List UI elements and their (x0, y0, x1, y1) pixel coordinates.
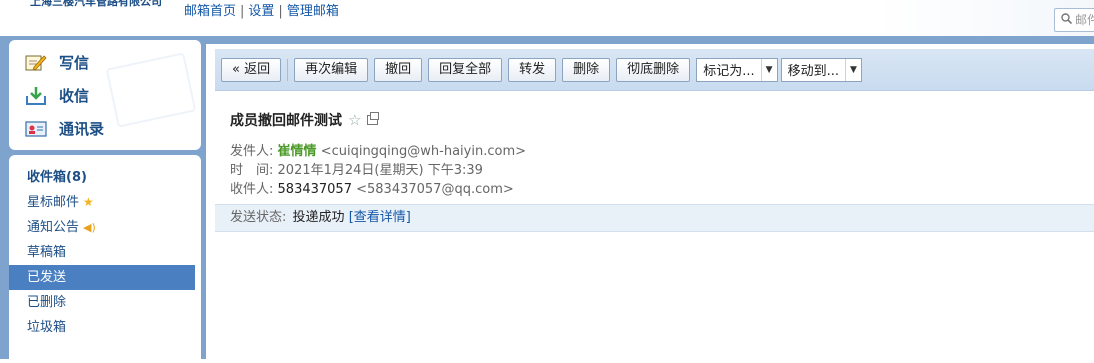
delete-button[interactable]: 删除 (562, 57, 611, 82)
compose-icon (25, 53, 47, 73)
contacts-icon (25, 119, 47, 139)
contacts-label: 通讯录 (59, 120, 105, 138)
mail-subject-text: 成员撤回邮件测试 (230, 113, 342, 129)
recipient-label: 收件人: (230, 182, 274, 197)
view-details-link[interactable]: [查看详情] (349, 210, 411, 225)
send-status-value: 投递成功 (292, 210, 345, 225)
back-button[interactable]: « 返回 (221, 57, 282, 82)
chevron-down-icon: ▼ (845, 58, 861, 81)
edit-again-button[interactable]: 再次编辑 (294, 57, 369, 82)
sender-name[interactable]: 崔情情 (278, 144, 317, 159)
folder-starred-label: 星标邮件 (27, 195, 80, 210)
left-sidebar: 写信 收信 通讯录 收件箱(8) 星标邮件 ★ 通知公告 ◀) 草稿箱 已发送 已删… (9, 40, 201, 363)
search-input[interactable]: 邮件 (1054, 8, 1094, 32)
search-placeholder: 邮件 (1075, 13, 1094, 27)
chevron-down-icon: ▼ (760, 58, 777, 81)
company-name: 上海三樱汽车管路有限公司 (30, 0, 162, 8)
send-status-bar: 发送状态: 投递成功 [查看详情] (215, 204, 1094, 232)
manage-mailbox-link[interactable]: 管理邮箱 (287, 4, 339, 19)
time-label: 时 间: (230, 163, 274, 178)
mail-header: 成员撤回邮件测试 ☆ 发件人: 崔情情 <cuiqingqing@wh-haiy… (230, 110, 1090, 199)
sender-address: <cuiqingqing@wh-haiyin.com> (320, 144, 527, 159)
reply-all-button[interactable]: 回复全部 (428, 57, 503, 82)
folder-sent[interactable]: 已发送 (9, 265, 195, 290)
contacts-button[interactable]: 通讯录 (9, 112, 201, 145)
recipient-address: <583437057@qq.com> (356, 182, 514, 197)
folder-inbox[interactable]: 收件箱(8) (9, 165, 201, 190)
folder-spam[interactable]: 垃圾箱 (9, 315, 201, 340)
mark-as-label: 标记为... (703, 64, 755, 79)
compose-label: 写信 (59, 54, 90, 72)
recipient-name[interactable]: 583437057 (278, 182, 352, 197)
toolbar-divider (287, 58, 289, 81)
mail-view: « 返回 再次编辑 撤回 回复全部 转发 删除 彻底删除 标记为... ▼ 移动… (206, 44, 1094, 359)
star-icon: ★ (83, 195, 94, 209)
primary-actions: 写信 收信 通讯录 (9, 40, 201, 150)
inbox-download-icon (25, 86, 47, 106)
time-value: 2021年1月24日(星期天) 下午3:39 (277, 163, 483, 178)
mail-meta: 发件人: 崔情情 <cuiqingqing@wh-haiyin.com> 时 间… (230, 142, 1090, 199)
settings-link[interactable]: 设置 (248, 4, 274, 19)
mark-as-dropdown[interactable]: 标记为... ▼ (696, 57, 778, 82)
folder-announcements-label: 通知公告 (27, 220, 80, 235)
recipient-row: 收件人: 583437057 <583437057@qq.com> (230, 180, 1090, 199)
folder-list: 收件箱(8) 星标邮件 ★ 通知公告 ◀) 草稿箱 已发送 已删除 垃圾箱 (9, 155, 201, 363)
speaker-icon: ◀) (83, 221, 96, 234)
time-row: 时 间: 2021年1月24日(星期天) 下午3:39 (230, 161, 1090, 180)
recall-button[interactable]: 撤回 (374, 57, 423, 82)
move-to-label: 移动到... (787, 64, 839, 79)
open-new-window-icon[interactable] (367, 112, 380, 125)
send-status-label: 发送状态: (230, 210, 287, 225)
compose-button[interactable]: 写信 (9, 46, 201, 79)
mail-toolbar: « 返回 再次编辑 撤回 回复全部 转发 删除 彻底删除 标记为... ▼ 移动… (215, 49, 1094, 91)
top-links: 邮箱首页 | 设置 | 管理邮箱 (184, 4, 339, 19)
mail-subject: 成员撤回邮件测试 ☆ (230, 110, 1090, 130)
receive-mail-label: 收信 (59, 87, 90, 105)
folder-announcements[interactable]: 通知公告 ◀) (9, 215, 201, 240)
folder-drafts[interactable]: 草稿箱 (9, 240, 201, 265)
sender-label: 发件人: (230, 144, 274, 159)
forward-button[interactable]: 转发 (508, 57, 557, 82)
folder-deleted[interactable]: 已删除 (9, 290, 201, 315)
move-to-dropdown[interactable]: 移动到... ▼ (780, 57, 862, 82)
sender-row: 发件人: 崔情情 <cuiqingqing@wh-haiyin.com> (230, 142, 1090, 161)
top-header: 上海三樱汽车管路有限公司 邮箱首页|设置|管理邮箱 邮件 (0, 0, 1094, 38)
folder-starred[interactable]: 星标邮件 ★ (9, 190, 201, 215)
star-outline-icon[interactable]: ☆ (348, 111, 361, 129)
delete-permanently-button[interactable]: 彻底删除 (616, 57, 691, 82)
mailbox-home-link[interactable]: 邮箱首页 (184, 4, 236, 19)
receive-mail-button[interactable]: 收信 (9, 79, 201, 112)
search-icon (1061, 9, 1073, 31)
